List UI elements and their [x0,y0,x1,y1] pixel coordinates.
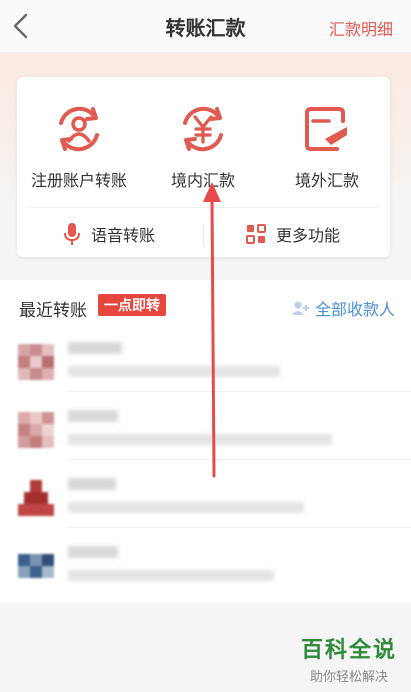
blurred-name [68,410,118,422]
list-item[interactable] [0,398,411,460]
function-label: 注册账户转账 [30,171,127,190]
list-item[interactable] [0,330,411,392]
watermark-title: 百科全说 [300,638,397,663]
blurred-account [68,570,274,581]
domestic-remittance-button[interactable]: 境内汇款 [141,99,265,191]
avatar [18,480,54,516]
more-functions-button[interactable]: 更多功能 [246,222,340,246]
sub-divider [203,224,204,246]
payee-icon [291,301,309,315]
function-label: 境外汇款 [294,171,359,190]
function-card: 注册账户转账 境内汇款 境外汇款 语音转账 更多功能 [17,77,390,257]
registered-account-transfer-button[interactable]: 注册账户转账 [17,99,141,191]
row-divider [68,527,411,528]
list-item[interactable] [0,534,411,596]
one-tap-transfer-badge[interactable]: 一点即转 [98,294,166,316]
remittance-details-link[interactable]: 汇款明细 [329,16,393,40]
function-label: 境内汇款 [170,171,235,190]
recent-transfers: 最近转账 一点即转 全部收款人 [0,280,411,602]
grid-icon [246,224,266,244]
avatar [18,548,54,584]
avatar [18,344,54,380]
blurred-name [68,546,118,558]
blurred-account [68,434,332,445]
voice-transfer-button[interactable]: 语音转账 [63,222,155,246]
blurred-name [68,342,122,354]
row-divider [68,459,411,460]
avatar [18,412,54,448]
row-divider [68,391,411,392]
watermark-subtitle: 助你轻松解决 [309,670,388,685]
card-divider [29,207,378,208]
blurred-name [68,478,116,490]
overseas-card-icon [305,107,347,151]
user-exchange-icon [59,106,99,152]
all-payees-link[interactable]: 全部收款人 [291,296,395,320]
more-functions-label: 更多功能 [276,226,341,245]
all-payees-label: 全部收款人 [314,300,395,319]
blurred-account [68,366,280,377]
overseas-remittance-button[interactable]: 境外汇款 [265,99,389,191]
blurred-account [68,502,304,513]
watermark: 百科全说 助你轻松解决 [301,632,397,685]
list-item[interactable] [0,466,411,528]
voice-transfer-label: 语音转账 [91,226,156,245]
yuan-exchange-icon [183,106,223,152]
recent-title: 最近转账 [19,301,87,321]
microphone-icon [64,223,80,245]
top-bar: 转账汇款 汇款明细 [0,0,411,53]
